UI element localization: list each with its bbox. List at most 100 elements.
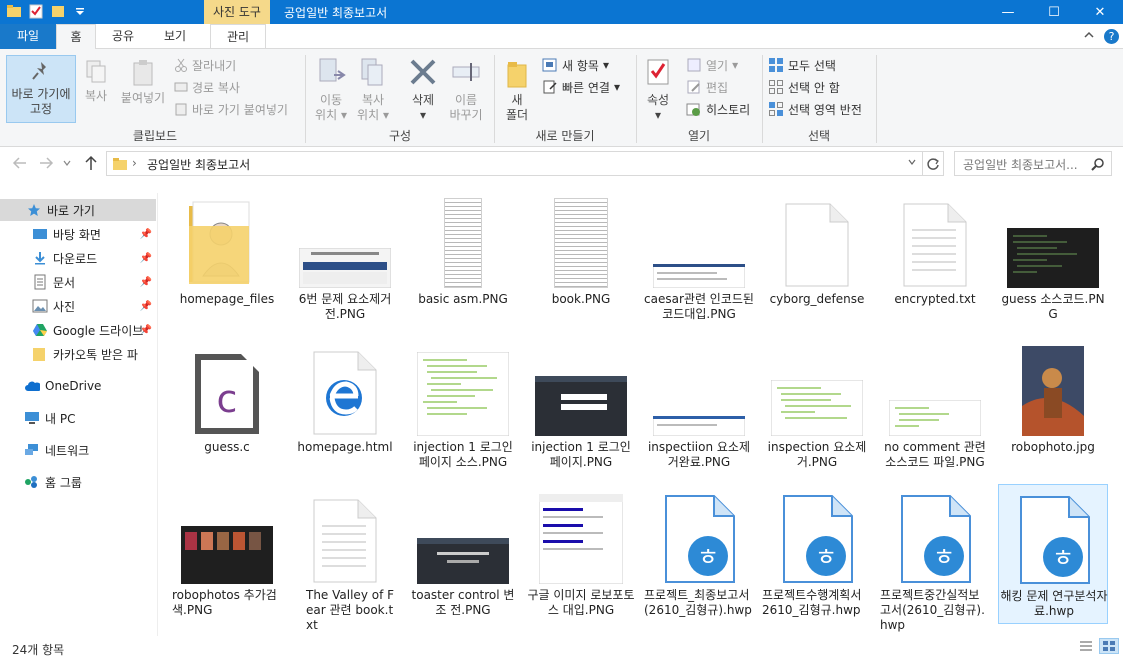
delete-button[interactable]: 삭제 ▾	[400, 57, 446, 123]
sidebar-item-this-pc[interactable]: 내 PC	[0, 407, 156, 429]
sidebar-item-downloads[interactable]: 다운로드 📌	[0, 247, 156, 269]
sidebar-item-homegroup[interactable]: 홈 그룹	[0, 471, 156, 493]
file-item[interactable]: injection 1 로그인페이지.PNG	[526, 336, 636, 476]
recent-dropdown-icon[interactable]	[62, 156, 72, 173]
search-input[interactable]: 공업일반 최종보고서...	[954, 151, 1112, 176]
cut-button[interactable]: 잘라내기	[174, 55, 236, 75]
file-item[interactable]: ㅎ 프로젝트중간실적보고서(2610_김형규).hwp	[880, 484, 990, 632]
history-button[interactable]: 히스토리	[686, 99, 750, 119]
picture-tools-tab[interactable]: 사진 도구	[204, 0, 270, 24]
properties-icon[interactable]	[28, 3, 44, 19]
file-item[interactable]: homepage_files	[172, 188, 282, 328]
help-icon[interactable]: ?	[1104, 29, 1119, 44]
rename-button[interactable]: 이름 바꾸기	[444, 57, 488, 123]
edit-button[interactable]: 편집	[686, 77, 728, 97]
details-view-icon[interactable]	[1078, 639, 1094, 656]
tab-file[interactable]: 파일	[0, 24, 56, 49]
breadcrumb-chevron-icon[interactable]: ›	[132, 156, 137, 170]
sidebar-item-documents[interactable]: 문서 📌	[0, 271, 156, 293]
file-name: 프로젝트수행계획서 2610_김형규.hwp	[762, 588, 862, 617]
file-item[interactable]: 구글 이미지 로보포토스 대입.PNG	[526, 484, 636, 624]
file-item[interactable]: guess 소스코드.PNG	[998, 188, 1108, 328]
move-to-button[interactable]: 이동 위치 ▾	[310, 57, 352, 123]
dark-screenshot-thumbnail-icon	[535, 376, 627, 436]
file-item[interactable]: toaster control 변조 전.PNG	[408, 484, 518, 624]
file-item[interactable]: 6번 문제 요소제거 전.PNG	[290, 188, 400, 328]
file-item[interactable]: robophotos 추가검색.PNG	[172, 484, 282, 624]
file-item[interactable]: ㅎ 프로젝트_최종보고서(2610_김형규).hwp	[644, 484, 754, 624]
sidebar-item-network[interactable]: 네트워크	[0, 439, 156, 461]
properties-button[interactable]: 속성 ▾	[640, 57, 676, 123]
sidebar-item-label: 카카오톡 받은 파	[53, 347, 138, 362]
download-arrow-icon	[32, 250, 48, 266]
file-name: toaster control 변조 전.PNG	[411, 588, 515, 617]
paste-button[interactable]: 붙여넣기	[116, 59, 170, 106]
breadcrumb[interactable]: 공업일반 최종보고서	[147, 156, 250, 173]
file-item[interactable]: no comment 관련 소스코드 파일.PNG	[880, 336, 990, 476]
refresh-button[interactable]	[922, 151, 944, 176]
pin-icon[interactable]: 📌	[140, 253, 152, 264]
pin-icon[interactable]: 📌	[140, 301, 152, 312]
search-icon[interactable]	[1091, 157, 1105, 171]
new-folder-icon	[507, 62, 527, 88]
sidebar-item-pictures[interactable]: 사진 📌	[0, 295, 156, 317]
delete-dropdown-icon[interactable]: ▾	[400, 108, 446, 123]
pin-icon[interactable]: 📌	[140, 325, 152, 336]
tab-share[interactable]: 공유	[100, 24, 146, 49]
select-all-button[interactable]: 모두 선택	[768, 55, 836, 75]
large-icons-view-icon[interactable]	[1099, 638, 1119, 654]
file-item[interactable]: The Valley of Fear 관련 book.txt	[290, 484, 400, 632]
properties-dropdown-icon[interactable]: ▾	[640, 108, 676, 123]
file-item[interactable]: ㅎ 프로젝트수행계획서 2610_김형규.hwp	[762, 484, 872, 624]
sidebar-item-desktop[interactable]: 바탕 화면 📌	[0, 223, 156, 245]
new-item-button[interactable]: 새 항목 ▾	[542, 55, 609, 75]
close-button[interactable]: ✕	[1077, 0, 1123, 24]
copy-to-button[interactable]: 복사 위치 ▾	[352, 57, 394, 123]
file-item[interactable]: homepage.html	[290, 336, 400, 476]
file-item[interactable]: basic asm.PNG	[408, 188, 518, 328]
invert-selection-button[interactable]: 선택 영역 반전	[768, 99, 862, 119]
sidebar-item-kakaotalk[interactable]: 카카오톡 받은 파	[0, 343, 156, 365]
edge-html-file-icon	[313, 351, 377, 435]
pin-icon[interactable]: 📌	[140, 277, 152, 288]
pin-icon[interactable]: 📌	[140, 229, 152, 240]
file-item[interactable]: c guess.c	[172, 336, 282, 476]
paste-shortcut-button[interactable]: 바로 가기 붙여넣기	[174, 99, 288, 119]
sidebar-item-google-drive[interactable]: Google 드라이브 📌	[0, 319, 156, 341]
screenshot-thumbnail-icon	[653, 264, 745, 288]
minimize-button[interactable]: —	[985, 0, 1031, 24]
sidebar-item-onedrive[interactable]: OneDrive	[0, 375, 156, 397]
customize-dropdown-icon[interactable]	[72, 3, 88, 19]
forward-arrow-icon[interactable]	[38, 156, 54, 173]
new-folder-icon[interactable]	[50, 3, 66, 19]
tab-home[interactable]: 홈	[56, 24, 96, 50]
address-dropdown-icon[interactable]	[907, 155, 917, 172]
file-item[interactable]: inspectiion 요소제거완료.PNG	[644, 336, 754, 476]
easy-access-label: 빠른 연결	[562, 80, 610, 95]
select-none-button[interactable]: 선택 안 함	[768, 77, 840, 97]
file-item[interactable]: encrypted.txt	[880, 188, 990, 328]
file-item-selected[interactable]: ㅎ 해킹 문제 연구분석자료.hwp	[998, 484, 1108, 624]
file-item[interactable]: inspection 요소제거.PNG	[762, 336, 872, 476]
photo-thumbnail-icon	[1022, 346, 1084, 436]
file-item[interactable]: robophoto.jpg	[998, 336, 1108, 476]
file-item[interactable]: injection 1 로그인페이지 소스.PNG	[408, 336, 518, 476]
address-field[interactable]: › 공업일반 최종보고서	[106, 151, 944, 176]
up-arrow-icon[interactable]	[84, 155, 98, 174]
new-folder-button[interactable]: 새 폴더	[500, 57, 534, 123]
open-button[interactable]: 열기 ▾	[686, 55, 738, 75]
file-item[interactable]: caesar관련 인코드된 코드대입.PNG	[644, 188, 754, 328]
ribbon-divider	[494, 55, 495, 143]
file-item[interactable]: cyborg_defense	[762, 188, 872, 328]
tab-manage[interactable]: 관리	[210, 24, 266, 49]
collapse-ribbon-icon[interactable]	[1083, 29, 1095, 44]
tab-view[interactable]: 보기	[152, 24, 198, 49]
copy-path-button[interactable]: 경로 복사	[174, 77, 240, 97]
sidebar-item-quick-access[interactable]: 바로 가기	[0, 199, 156, 221]
file-item[interactable]: book.PNG	[526, 188, 636, 328]
cut-label: 잘라내기	[192, 58, 237, 73]
maximize-button[interactable]: ☐	[1031, 0, 1077, 24]
back-arrow-icon[interactable]	[12, 156, 28, 173]
copy-button[interactable]: 복사	[78, 59, 114, 104]
easy-access-button[interactable]: 빠른 연결 ▾	[542, 77, 620, 97]
